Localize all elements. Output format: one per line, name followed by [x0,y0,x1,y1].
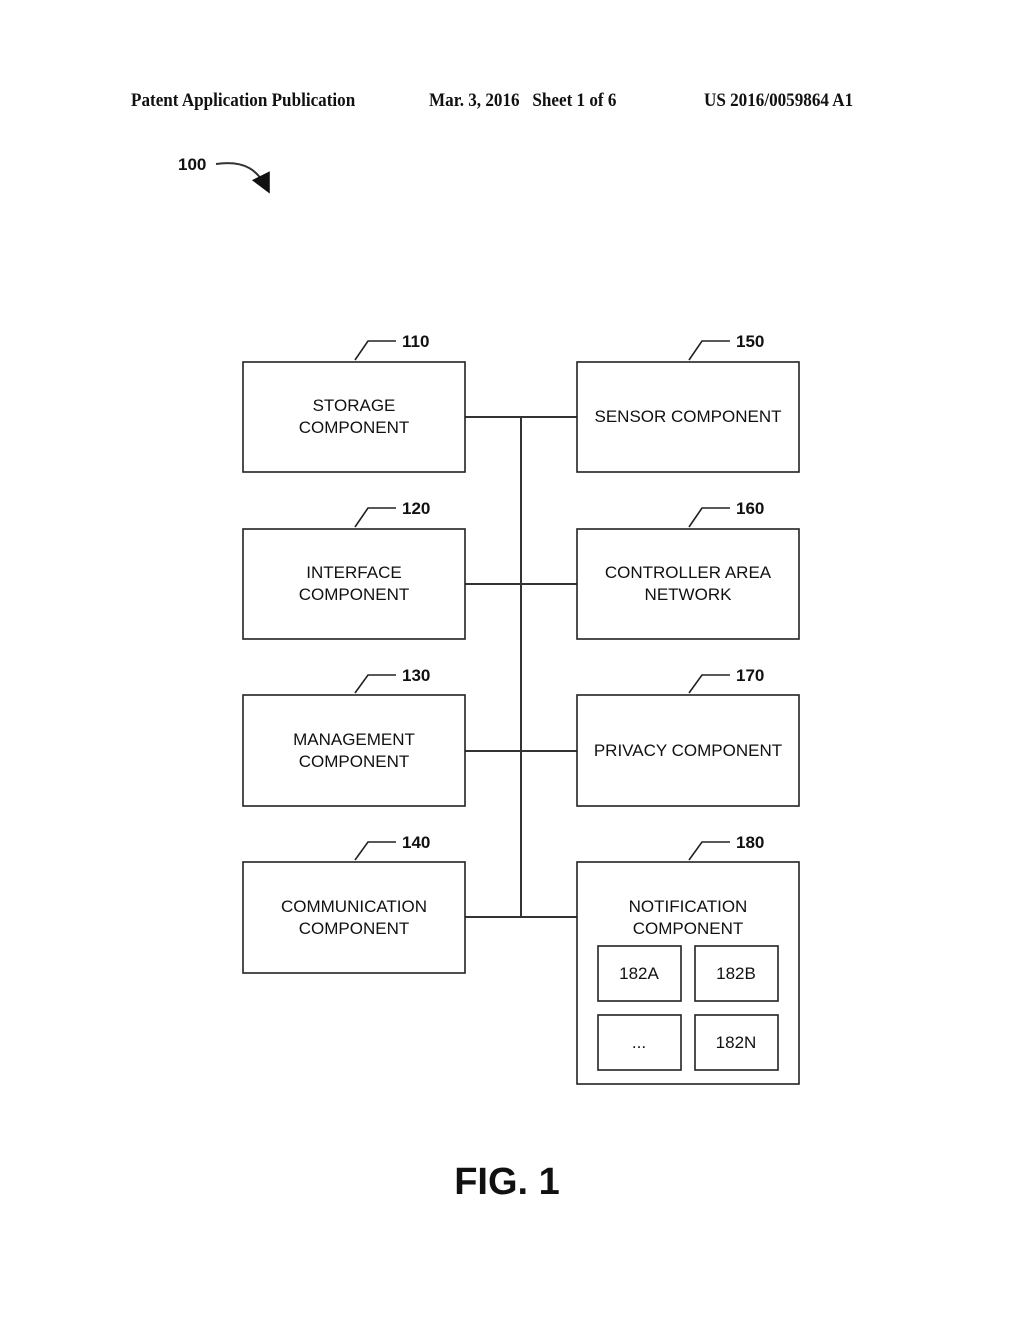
can-label-2: NETWORK [645,585,733,604]
controller-area-network: 160 CONTROLLER AREA NETWORK [576,499,800,640]
management-label-2: COMPONENT [299,752,410,771]
sensor-label: SENSOR COMPONENT [594,407,781,426]
figure-label: FIG. 1 [454,1161,560,1203]
notification-label-2: COMPONENT [633,919,744,938]
ref-130: 130 [402,666,430,685]
communication-label-2: COMPONENT [299,919,410,938]
management-label-1: MANAGEMENT [293,730,415,749]
interface-component: 120 INTERFACE COMPONENT [242,499,466,640]
sub-label-ellipsis: ... [632,1033,646,1052]
ref-160: 160 [736,499,764,518]
management-component: 130 MANAGEMENT COMPONENT [242,666,466,807]
ref-150: 150 [736,332,764,351]
ref-110: 110 [402,332,429,351]
sub-label-182n: 182N [716,1033,757,1052]
can-label-1: CONTROLLER AREA [605,563,772,582]
notification-label-1: NOTIFICATION [629,897,748,916]
communication-label-1: COMMUNICATION [281,897,427,916]
ref-140: 140 [402,833,430,852]
communication-component: 140 COMMUNICATION COMPONENT [242,833,466,974]
storage-component: 110 STORAGE COMPONENT [242,332,466,473]
system-ref-arrow [215,162,270,194]
storage-label-1: STORAGE [313,396,396,415]
sensor-component: 150 SENSOR COMPONENT [576,332,800,473]
ref-170: 170 [736,666,764,685]
privacy-label: PRIVACY COMPONENT [594,741,782,760]
ref-180: 180 [736,833,764,852]
system-ref-label: 100 [178,155,206,174]
storage-label-2: COMPONENT [299,418,410,437]
notification-component: 180 NOTIFICATION COMPONENT 182A 182B ...… [576,833,800,1085]
ref-120: 120 [402,499,430,518]
sub-label-182a: 182A [619,964,659,983]
sub-label-182b: 182B [716,964,756,983]
block-diagram: 100 110 STORAGE COMPONENT 120 INTERFACE … [178,155,800,1203]
interface-label-2: COMPONENT [299,585,410,604]
interface-label-1: INTERFACE [306,563,401,582]
privacy-component: 170 PRIVACY COMPONENT [576,666,800,807]
